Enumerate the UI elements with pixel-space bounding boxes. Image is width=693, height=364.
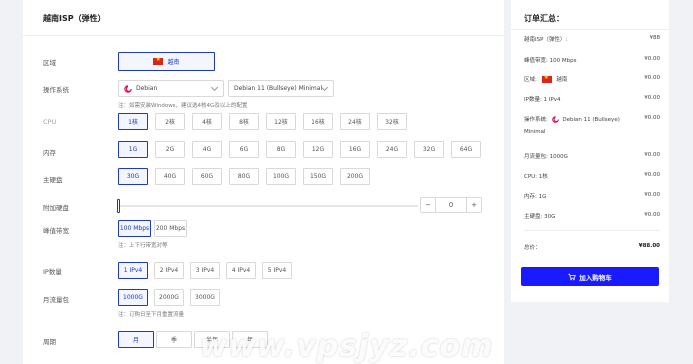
ip-option[interactable]: 5 IPv4 (262, 262, 292, 279)
cpu-option[interactable]: 4核 (192, 113, 222, 130)
memory-option[interactable]: 12G (303, 141, 333, 158)
summary-row-memory: 内存: 1G ¥0.00 (524, 192, 660, 200)
bandwidth-note: 注：上下行带宽对等 (118, 243, 168, 249)
traffic-option[interactable]: 2000G (154, 289, 184, 306)
memory-option[interactable]: 1G (118, 141, 148, 158)
cpu-option[interactable]: 8核 (229, 113, 259, 130)
order-summary-panel: 订单汇总： 越南ISP（弹性）: ¥88 峰值带宽: 100 Mbps ¥0.0… (511, 0, 669, 302)
ip-option[interactable]: 2 IPv4 (154, 262, 184, 279)
cpu-option[interactable]: 1核 (118, 113, 148, 130)
traffic-note: 注：订购日至下月重置流量 (118, 312, 185, 318)
disk-option[interactable]: 100G (266, 168, 296, 185)
summary-row-product: 越南ISP（弹性）: ¥88 (524, 35, 660, 43)
disk-option[interactable]: 200G (340, 168, 370, 185)
summary-row-os: 操作系统: Debian 11 (Bullseye) ¥0.00 Minimal (524, 115, 660, 135)
os-distro-select[interactable]: Debian (118, 80, 224, 97)
os-note: 注：如需安装Windows，建议选4核4G及以上的配置 (118, 103, 248, 109)
traffic-label: 月流量包 (43, 296, 69, 304)
disk-option[interactable]: 30G (118, 168, 148, 185)
os-version-select[interactable]: Debian 11 (Bullseye) Minimal (228, 80, 334, 97)
memory-option[interactable]: 6G (229, 141, 259, 158)
memory-option[interactable]: 8G (266, 141, 296, 158)
summary-total: 总价： ¥88.00 (524, 243, 660, 251)
memory-option[interactable]: 4G (192, 141, 222, 158)
summary-row-bandwidth: 峰值带宽: 100 Mbps ¥0.00 (524, 56, 660, 64)
extra-disk-slider-track[interactable] (118, 205, 418, 207)
summary-row-region: 区域: 越南 ¥0.00 (524, 74, 660, 83)
plus-button[interactable]: + (466, 198, 481, 212)
ip-option[interactable]: 1 IPv4 (118, 262, 148, 279)
add-to-cart-button[interactable]: 加入购物车 (521, 267, 659, 286)
period-label: 周期 (43, 338, 56, 346)
memory-option[interactable]: 16G (340, 141, 370, 158)
memory-option[interactable]: 32G (414, 141, 444, 158)
debian-logo-icon (551, 116, 559, 123)
total-label: 总价： (524, 245, 541, 251)
os-label: 操作系统 (43, 86, 69, 94)
watermark: www.vpsjyz.com (199, 329, 494, 364)
cpu-option[interactable]: 32核 (377, 113, 407, 130)
minus-button[interactable]: − (421, 198, 436, 212)
total-value: ¥88.00 (638, 243, 660, 249)
memory-label: 内存 (43, 149, 56, 157)
summary-divider (511, 29, 669, 30)
traffic-option[interactable]: 1000G (118, 289, 148, 306)
summary-row-ip: IP数量: 1 IPv4 ¥0.00 (524, 95, 660, 103)
traffic-option[interactable]: 3000G (190, 289, 220, 306)
debian-logo-icon (124, 84, 132, 93)
ip-option[interactable]: 3 IPv4 (190, 262, 220, 279)
extra-disk-value[interactable]: 0 (436, 198, 466, 212)
extra-disk-label: 附加硬盘 (43, 204, 69, 212)
cpu-option[interactable]: 12核 (266, 113, 296, 130)
cpu-option[interactable]: 2核 (155, 113, 185, 130)
memory-option[interactable]: 24G (377, 141, 407, 158)
page-title: 越南ISP（弹性） (43, 14, 106, 23)
title-divider (23, 35, 504, 36)
extra-disk-stepper: − 0 + (420, 197, 482, 213)
cpu-option[interactable]: 16核 (303, 113, 333, 130)
memory-option[interactable]: 64G (451, 141, 481, 158)
summary-title: 订单汇总： (524, 14, 564, 23)
vietnam-flag-icon (153, 56, 164, 65)
summary-row-cpu: CPU: 1核 ¥0.00 (524, 172, 660, 180)
chevron-down-icon (210, 83, 219, 92)
config-panel: 越南ISP（弹性） 区域 越南 操作系统 Debian Debian 11 (B… (23, 0, 504, 364)
cpu-label: CPU (43, 118, 57, 126)
disk-label: 主硬盘 (43, 176, 63, 184)
ip-option[interactable]: 4 IPv4 (226, 262, 256, 279)
ip-label: IP数量 (43, 268, 62, 276)
memory-option[interactable]: 2G (155, 141, 185, 158)
disk-option[interactable]: 150G (303, 168, 333, 185)
extra-disk-slider-handle[interactable] (117, 199, 120, 213)
disk-option[interactable]: 60G (192, 168, 222, 185)
region-option-vietnam[interactable]: 越南 (118, 52, 215, 71)
summary-row-disk: 主硬盘: 30G ¥0.00 (524, 212, 660, 220)
summary-row-traffic: 月流量包: 1000G ¥0.00 (524, 152, 660, 160)
bandwidth-option[interactable]: 200 Mbps (154, 220, 187, 237)
vietnam-flag-icon (541, 74, 552, 83)
total-divider (524, 230, 660, 231)
disk-option[interactable]: 40G (155, 168, 185, 185)
bandwidth-option[interactable]: 100 Mbps (118, 220, 151, 237)
period-option[interactable]: 月 (118, 331, 154, 348)
region-label: 区域 (43, 59, 56, 67)
cpu-option[interactable]: 24核 (340, 113, 370, 130)
period-option[interactable]: 季 (156, 331, 192, 348)
cart-icon (568, 273, 576, 280)
disk-option[interactable]: 80G (229, 168, 259, 185)
bandwidth-label: 峰值带宽 (43, 227, 69, 235)
